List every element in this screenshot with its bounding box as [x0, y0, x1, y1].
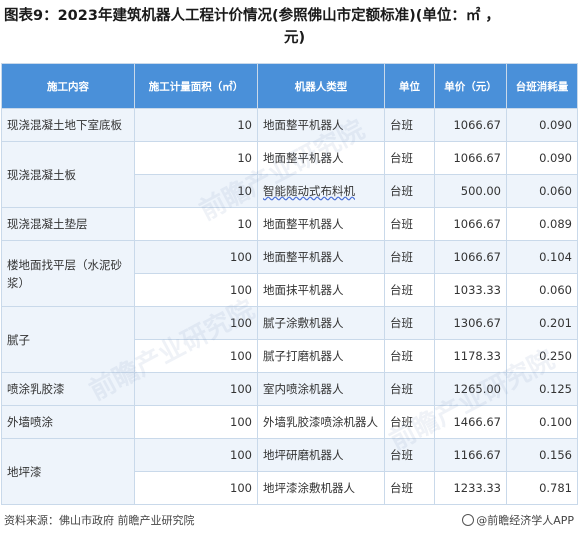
unit-cell: 台班	[384, 372, 435, 406]
area-cell: 100	[134, 339, 258, 373]
consumption-cell: 0.100	[506, 405, 578, 439]
construction-content-cell: 腻子	[1, 306, 135, 373]
unit-cell: 台班	[384, 273, 435, 307]
construction-content-cell: 现浇混凝土板	[1, 141, 135, 208]
area-cell: 100	[134, 372, 258, 406]
price-cell: 1066.67	[434, 240, 507, 274]
header-unit: 单位	[384, 63, 435, 109]
robot-type-cell: 地面整平机器人	[257, 207, 385, 241]
table-row: 喷涂乳胶漆 100 室内喷涂机器人 台班 1265.00 0.125	[1, 372, 578, 406]
table-row: 楼地面找平层（水泥砂浆） 100 地面整平机器人 台班 1066.67 0.10…	[1, 240, 578, 307]
page-title: 图表9：2023年建筑机器人工程计价情况(参照佛山市定额标准)(单位：㎡ ， 元…	[4, 5, 576, 49]
robot-type-cell: 外墙乳胶漆喷涂机器人	[257, 405, 385, 439]
unit-cell: 台班	[384, 306, 435, 340]
robot-type-cell: 地面整平机器人	[257, 240, 385, 274]
construction-content-cell: 喷涂乳胶漆	[1, 372, 135, 406]
brand-text: @前瞻经济学人APP	[476, 514, 574, 527]
consumption-cell: 0.156	[506, 438, 578, 472]
consumption-cell: 0.060	[506, 273, 578, 307]
consumption-cell: 0.090	[506, 141, 578, 175]
price-cell: 1178.33	[434, 339, 507, 373]
robot-type-cell: 地坪漆涂敷机器人	[257, 471, 385, 505]
table-row: 现浇混凝土板 10 地面整平机器人 台班 1066.67 0.090	[1, 141, 578, 208]
robot-type-cell: 腻子打磨机器人	[257, 339, 385, 373]
robot-type-cell: 地面整平机器人	[257, 141, 385, 175]
unit-cell: 台班	[384, 339, 435, 373]
source-note: 资料来源：佛山市政府 前瞻产业研究院	[4, 514, 195, 527]
table-row: 现浇混凝土垫层 10 地面整平机器人 台班 1066.67 0.089	[1, 207, 578, 241]
price-cell: 1066.67	[434, 108, 507, 142]
construction-content-cell: 楼地面找平层（水泥砂浆）	[1, 240, 135, 307]
title-line-2: 元)	[284, 30, 306, 46]
table-row: 地坪漆 100 地坪研磨机器人 台班 1166.67 0.156	[1, 438, 578, 505]
unit-cell: 台班	[384, 438, 435, 472]
consumption-cell: 0.125	[506, 372, 578, 406]
construction-content-cell: 现浇混凝土垫层	[1, 207, 135, 241]
area-cell: 10	[134, 141, 258, 175]
consumption-cell: 0.090	[506, 108, 578, 142]
price-cell: 500.00	[434, 174, 507, 208]
unit-cell: 台班	[384, 141, 435, 175]
consumption-cell: 0.104	[506, 240, 578, 274]
footer: 资料来源：佛山市政府 前瞻产业研究院 @前瞻经济学人APP	[4, 512, 574, 528]
area-cell: 10	[134, 174, 258, 208]
table-header-row: 施工内容 施工计量面积（㎡） 机器人类型 单位 单价（元） 台班消耗量	[1, 63, 578, 109]
header-area: 施工计量面积（㎡）	[134, 63, 258, 109]
robot-type-cell: 地面整平机器人	[257, 108, 385, 142]
unit-cell: 台班	[384, 471, 435, 505]
unit-cell: 台班	[384, 108, 435, 142]
consumption-cell: 0.089	[506, 207, 578, 241]
area-cell: 10	[134, 108, 258, 142]
unit-cell: 台班	[384, 174, 435, 208]
brand-credit: @前瞻经济学人APP	[462, 512, 574, 528]
area-cell: 10	[134, 207, 258, 241]
table-row: 现浇混凝土地下室底板 10 地面整平机器人 台班 1066.67 0.090	[1, 108, 578, 142]
price-cell: 1306.67	[434, 306, 507, 340]
price-cell: 1066.67	[434, 141, 507, 175]
header-robot-type: 机器人类型	[257, 63, 385, 109]
title-line-1: 图表9：2023年建筑机器人工程计价情况(参照佛山市定额标准)(单位：㎡ ，	[4, 8, 500, 24]
area-cell: 100	[134, 405, 258, 439]
header-construction-content: 施工内容	[1, 63, 135, 109]
construction-content-cell: 外墙喷涂	[1, 405, 135, 439]
header-unit-price: 单价（元）	[434, 63, 507, 109]
price-cell: 1033.33	[434, 273, 507, 307]
price-cell: 1466.67	[434, 405, 507, 439]
robot-type-cell: 腻子涂敷机器人	[257, 306, 385, 340]
robot-type-cell: 地面抹平机器人	[257, 273, 385, 307]
price-cell: 1233.33	[434, 471, 507, 505]
robot-type-text: 智能随动式布料机	[263, 184, 355, 198]
consumption-cell: 0.250	[506, 339, 578, 373]
area-cell: 100	[134, 273, 258, 307]
consumption-cell: 0.060	[506, 174, 578, 208]
consumption-cell: 0.781	[506, 471, 578, 505]
robot-pricing-table: 施工内容 施工计量面积（㎡） 机器人类型 单位 单价（元） 台班消耗量 现浇混凝…	[1, 63, 578, 505]
brand-logo-icon	[462, 514, 475, 526]
price-cell: 1166.67	[434, 438, 507, 472]
robot-type-cell: 室内喷涂机器人	[257, 372, 385, 406]
price-cell: 1265.00	[434, 372, 507, 406]
unit-cell: 台班	[384, 405, 435, 439]
construction-content-cell: 地坪漆	[1, 438, 135, 505]
unit-cell: 台班	[384, 207, 435, 241]
area-cell: 100	[134, 471, 258, 505]
header-consumption: 台班消耗量	[506, 63, 578, 109]
consumption-cell: 0.201	[506, 306, 578, 340]
unit-cell: 台班	[384, 240, 435, 274]
price-cell: 1066.67	[434, 207, 507, 241]
table-row: 外墙喷涂 100 外墙乳胶漆喷涂机器人 台班 1466.67 0.100	[1, 405, 578, 439]
table-row: 腻子 100 腻子涂敷机器人 台班 1306.67 0.201	[1, 306, 578, 373]
robot-type-cell: 地坪研磨机器人	[257, 438, 385, 472]
construction-content-cell: 现浇混凝土地下室底板	[1, 108, 135, 142]
robot-type-cell: 智能随动式布料机	[257, 174, 385, 208]
area-cell: 100	[134, 438, 258, 472]
area-cell: 100	[134, 240, 258, 274]
area-cell: 100	[134, 306, 258, 340]
